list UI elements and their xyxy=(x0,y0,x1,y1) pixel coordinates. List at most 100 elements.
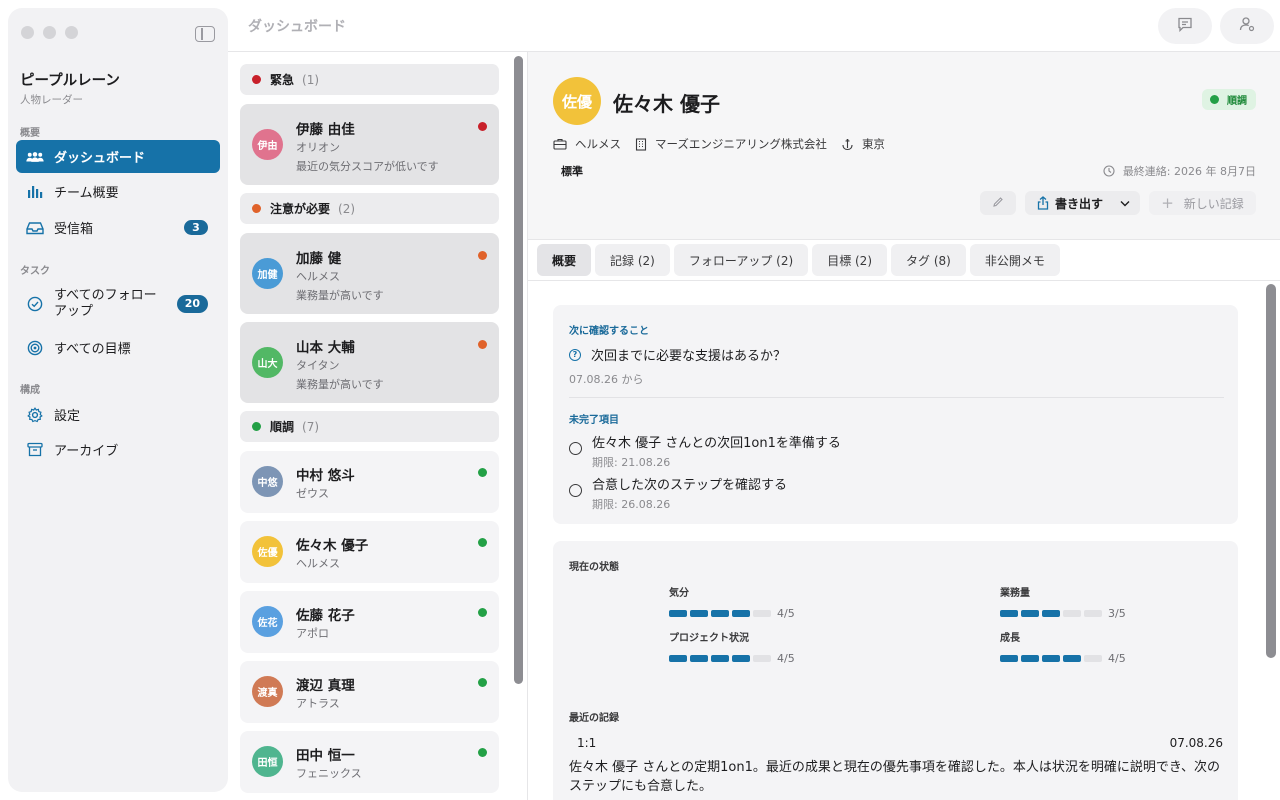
sidebar: ピープルレーン 人物レーダー 概要 ダッシュボード チーム概要 受信箱 3 タス… xyxy=(8,8,228,792)
sidebar-item-archive[interactable]: アーカイブ xyxy=(16,433,220,466)
person-card[interactable]: 田恒 田中 恒一 フェニックス xyxy=(240,731,499,793)
bar-chart-icon xyxy=(26,183,44,201)
metric-label: 業務量 xyxy=(1000,588,1030,599)
gear-icon xyxy=(26,406,44,424)
people-list-scrollbar[interactable] xyxy=(514,56,523,684)
task-checkbox[interactable] xyxy=(569,442,582,455)
person-name: 加藤 健 xyxy=(296,251,342,267)
person-card[interactable]: 加健 加藤 健 ヘルメス 業務量が高いです xyxy=(240,233,499,314)
person-team: ヘルメス xyxy=(296,557,340,570)
sidebar-item-all-followups[interactable]: すべてのフォローアップ 20 xyxy=(16,282,220,326)
window-controls xyxy=(21,26,78,39)
metric-value: 4/5 xyxy=(777,652,795,665)
task-checkbox[interactable] xyxy=(569,484,582,497)
metric-segment xyxy=(690,610,708,617)
group-header-good[interactable]: 順調 (7) xyxy=(240,411,499,442)
metric-segment xyxy=(1042,655,1060,662)
task-due: 期限: 26.08.26 xyxy=(592,498,671,511)
company-meta: マーズエンジニアリング株式会社 xyxy=(635,136,827,152)
chevron-down-icon[interactable] xyxy=(1120,200,1130,207)
clock-icon xyxy=(1103,165,1115,177)
sidebar-item-dashboard[interactable]: ダッシュボード xyxy=(16,140,220,173)
person-name: 佐藤 花子 xyxy=(296,608,355,624)
record-header[interactable]: 1:1 07.08.26 xyxy=(577,736,1223,750)
status-dot xyxy=(478,678,487,687)
page-title: ダッシュボード xyxy=(248,19,346,35)
tab-overview[interactable]: 概要 xyxy=(537,244,592,276)
close-window-button[interactable] xyxy=(21,26,34,39)
record-date: 07.08.26 xyxy=(1169,736,1223,750)
person-settings-icon xyxy=(1239,16,1255,36)
tab-tags[interactable]: タグ (8) xyxy=(891,244,966,276)
metric-bar: 4/5 xyxy=(669,607,795,620)
metric-segment xyxy=(1063,610,1081,617)
status-dot xyxy=(478,538,487,547)
app-subtitle: 人物レーダー xyxy=(20,94,83,106)
avatar: 中悠 xyxy=(252,466,283,497)
person-alert-note: 最近の気分スコアが低いです xyxy=(296,160,439,173)
inbox-icon xyxy=(26,219,44,237)
sidebar-item-label: アーカイブ xyxy=(54,444,119,459)
sidebar-item-label: 受信箱 xyxy=(54,222,94,237)
metric-mood: 気分 4/5 xyxy=(669,584,795,620)
status-dot xyxy=(478,340,487,349)
sidebar-toggle-icon[interactable] xyxy=(195,26,215,42)
person-team: フェニックス xyxy=(296,767,362,780)
metric-segment xyxy=(1021,610,1039,617)
record-text: 佐々木 優子 さんとの定期1on1。最近の成果と現在の優先事項を確認した。本人は… xyxy=(569,760,1220,794)
minimize-window-button[interactable] xyxy=(43,26,56,39)
person-card[interactable]: 中悠 中村 悠斗 ゼウス xyxy=(240,451,499,513)
status-dot xyxy=(1210,95,1219,104)
section-label-overview: 概要 xyxy=(20,128,40,139)
metric-segment xyxy=(753,610,771,617)
section-label-config: 構成 xyxy=(20,385,40,396)
sidebar-item-inbox[interactable]: 受信箱 3 xyxy=(16,211,220,244)
group-count: (7) xyxy=(302,419,320,434)
next-question: ? 次回までに必要な支援はあるか？ xyxy=(569,345,786,364)
messages-button[interactable] xyxy=(1158,8,1212,44)
person-card[interactable]: 伊由 伊藤 由佳 オリオン 最近の気分スコアが低いです xyxy=(240,104,499,185)
status-dot xyxy=(478,608,487,617)
new-record-button[interactable]: + 新しい記録 xyxy=(1149,191,1256,215)
person-team: アトラス xyxy=(296,697,340,710)
detail-tabs: 概要 記録 (2) フォローアップ (2) 目標 (2) タグ (8) 非公開メ… xyxy=(537,244,1060,276)
sidebar-item-label: すべてのフォローアップ xyxy=(54,288,157,319)
avatar: 伊由 xyxy=(252,129,283,160)
tab-goals[interactable]: 目標 (2) xyxy=(812,244,888,276)
person-name: 田中 恒一 xyxy=(296,748,355,764)
person-detail: 佐優 佐々木 優子 順調 ヘルメス マーズエンジニアリング株式会社 東京 標準 … xyxy=(528,52,1280,800)
attention-status-dot xyxy=(252,204,261,213)
metric-label: プロジェクト状況 xyxy=(669,633,749,644)
pencil-icon xyxy=(992,196,1004,211)
people-list: 緊急 (1) 伊由 伊藤 由佳 オリオン 最近の気分スコアが低いです 注意が必要… xyxy=(232,52,527,800)
tab-records[interactable]: 記録 (2) xyxy=(595,244,670,276)
account-settings-button[interactable] xyxy=(1220,8,1274,44)
tab-private-notes[interactable]: 非公開メモ xyxy=(969,244,1060,276)
person-card[interactable]: 佐優 佐々木 優子 ヘルメス xyxy=(240,521,499,583)
metric-value: 3/5 xyxy=(1108,607,1126,620)
inbox-count-badge: 3 xyxy=(184,220,208,235)
recent-records-panel: 最近の記録 1:1 07.08.26 佐々木 優子 さんとの定期1on1。最近の… xyxy=(553,692,1238,800)
question-icon: ? xyxy=(569,348,581,361)
archive-icon xyxy=(26,441,44,459)
export-button[interactable]: 書き出す xyxy=(1025,191,1140,215)
zoom-window-button[interactable] xyxy=(65,26,78,39)
group-count: (1) xyxy=(302,72,320,87)
group-label: 緊急 xyxy=(270,73,295,87)
tabs-divider xyxy=(528,280,1280,281)
detail-scrollbar[interactable] xyxy=(1266,284,1276,658)
building-icon xyxy=(635,137,647,151)
sidebar-item-settings[interactable]: 設定 xyxy=(16,398,220,431)
person-name: 伊藤 由佳 xyxy=(296,122,355,138)
person-card[interactable]: 渡真 渡辺 真理 アトラス xyxy=(240,661,499,723)
group-header-attention[interactable]: 注意が必要 (2) xyxy=(240,193,499,224)
sidebar-item-team-overview[interactable]: チーム概要 xyxy=(16,175,220,208)
person-card[interactable]: 佐花 佐藤 花子 アポロ xyxy=(240,591,499,653)
status-badge: 順調 xyxy=(1202,89,1256,110)
person-card[interactable]: 山大 山本 大輔 タイタン 業務量が高いです xyxy=(240,322,499,403)
tab-followups[interactable]: フォローアップ (2) xyxy=(673,244,809,276)
export-label: 書き出す xyxy=(1055,196,1104,211)
edit-button[interactable] xyxy=(980,191,1016,215)
sidebar-item-all-goals[interactable]: すべての目標 xyxy=(16,331,220,364)
group-header-urgent[interactable]: 緊急 (1) xyxy=(240,64,499,95)
